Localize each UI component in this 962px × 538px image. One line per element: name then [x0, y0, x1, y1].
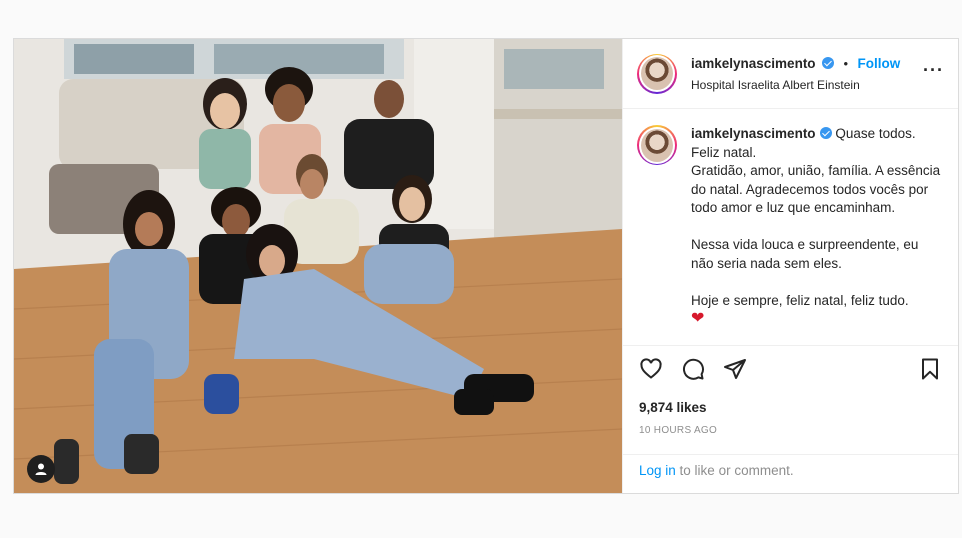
tagged-users-icon[interactable]	[27, 455, 55, 483]
caption-section: iamkelynascimento Quase todos. Feliz nat…	[623, 109, 958, 346]
post-sidebar: iamkelynascimento • Follow Hospital Isra…	[622, 39, 958, 493]
caption-text: Quase todos. Feliz natal. Gratidão, amor…	[691, 126, 941, 308]
post-header: iamkelynascimento • Follow Hospital Isra…	[623, 39, 958, 109]
author-avatar[interactable]	[637, 53, 677, 94]
heart-icon[interactable]	[639, 357, 665, 383]
verified-badge-icon	[819, 127, 832, 139]
heart-emoji: ❤	[691, 310, 705, 327]
post-timestamp[interactable]: 10 HOURS AGO	[623, 415, 958, 436]
comment-prompt-text: to like or comment.	[675, 463, 794, 478]
author-username[interactable]: iamkelynascimento	[691, 56, 816, 71]
group-photo-image	[14, 39, 622, 493]
location-link[interactable]: Hospital Israelita Albert Einstein	[691, 78, 923, 93]
follow-button[interactable]: Follow	[857, 56, 900, 71]
separator-dot: •	[843, 56, 849, 71]
share-icon[interactable]	[723, 357, 749, 383]
login-link[interactable]: Log in	[639, 463, 676, 478]
verified-badge-icon	[822, 57, 835, 69]
post-caption: iamkelynascimento Quase todos. Feliz nat…	[691, 125, 944, 345]
post-photo[interactable]	[14, 39, 622, 493]
caption-avatar[interactable]	[637, 125, 677, 165]
likes-count[interactable]: 9,874 likes	[623, 394, 958, 415]
bookmark-icon[interactable]	[918, 357, 944, 383]
comment-login-prompt: Log in to like or comment.	[623, 454, 958, 493]
caption-username[interactable]: iamkelynascimento	[691, 126, 816, 141]
comment-icon[interactable]	[681, 357, 707, 383]
more-options-icon[interactable]: ···	[923, 60, 944, 87]
action-bar	[623, 346, 958, 394]
instagram-post: iamkelynascimento • Follow Hospital Isra…	[13, 38, 959, 494]
